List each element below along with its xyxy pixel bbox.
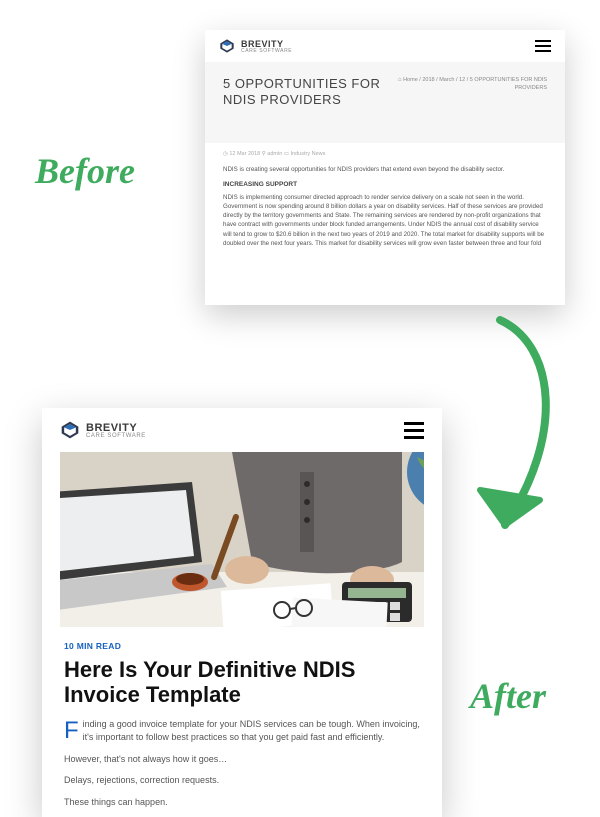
before-header: BREVITY CARE SOFTWARE — [205, 30, 565, 62]
breadcrumb[interactable]: ⌂ Home / 2018 / March / 12 / 5 OPPORTUNI… — [385, 76, 547, 109]
brevity-logo-icon — [219, 38, 235, 54]
hero-image — [60, 452, 424, 627]
after-p3: Delays, rejections, correction requests. — [64, 774, 420, 788]
hamburger-icon — [404, 422, 424, 425]
arrow-icon — [445, 315, 575, 575]
after-label: After — [470, 675, 546, 717]
home-icon: ⌂ — [398, 77, 402, 83]
after-body: 10 MIN READ Here Is Your Definitive NDIS… — [42, 627, 442, 809]
after-p2: However, that's not always how it goes… — [64, 753, 420, 767]
hamburger-icon — [535, 40, 551, 42]
post-meta: ◷ 12 Mar 2018 ⚲ admin ▭ Industry News — [205, 143, 565, 165]
dropcap: F — [64, 718, 83, 742]
brevity-logo-icon — [60, 420, 80, 440]
before-paragraph: NDIS is implementing consumer directed a… — [223, 193, 547, 249]
brand[interactable]: BREVITY CARE SOFTWARE — [60, 420, 146, 440]
after-card: BREVITY CARE SOFTWARE — [42, 408, 442, 817]
brand-tagline: CARE SOFTWARE — [86, 433, 146, 439]
menu-button[interactable] — [404, 422, 424, 439]
after-header: BREVITY CARE SOFTWARE — [42, 408, 442, 452]
read-time-badge: 10 MIN READ — [64, 641, 420, 651]
before-intro: NDIS is creating several opportunities f… — [223, 165, 547, 174]
brand[interactable]: BREVITY CARE SOFTWARE — [219, 38, 292, 54]
after-p4: These things can happen. — [64, 796, 420, 810]
after-title: Here Is Your Definitive NDIS Invoice Tem… — [64, 657, 420, 708]
before-body: NDIS is creating several opportunities f… — [205, 165, 565, 249]
after-lead: Finding a good invoice template for your… — [64, 718, 420, 745]
brand-tagline: CARE SOFTWARE — [241, 48, 292, 54]
before-hero: 5 OPPORTUNITIES FOR NDIS PROVIDERS ⌂ Hom… — [205, 62, 565, 143]
before-subheading: INCREASING SUPPORT — [223, 180, 547, 190]
before-title: 5 OPPORTUNITIES FOR NDIS PROVIDERS — [223, 76, 385, 109]
before-card: BREVITY CARE SOFTWARE 5 OPPORTUNITIES FO… — [205, 30, 565, 305]
menu-button[interactable] — [535, 40, 551, 52]
before-label: Before — [35, 150, 135, 192]
brand-name: BREVITY — [86, 422, 146, 434]
